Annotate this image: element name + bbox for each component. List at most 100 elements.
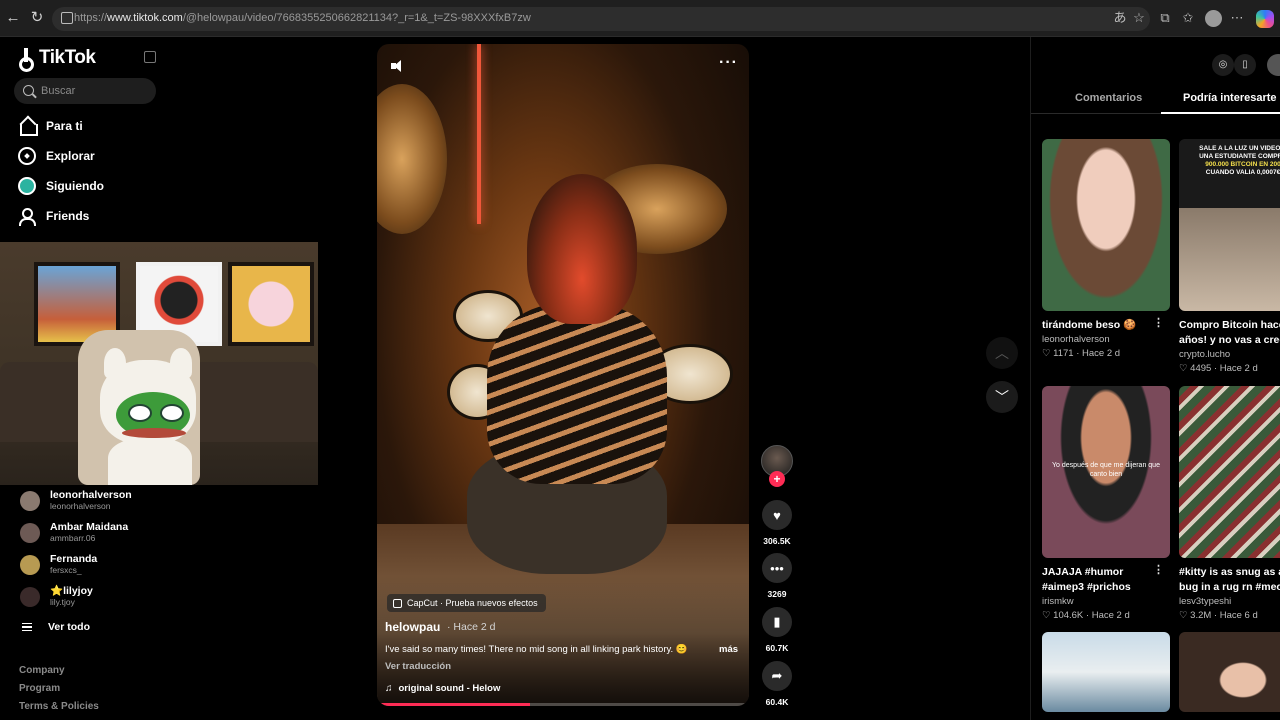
card-author[interactable]: lesv3typeshi xyxy=(1179,596,1280,607)
device-icon[interactable]: ▯ xyxy=(1234,54,1256,76)
sidebar-item-friends[interactable]: Friends xyxy=(18,207,90,226)
search-box[interactable] xyxy=(14,78,156,104)
see-all-button[interactable]: Ver todo xyxy=(22,621,90,633)
account-name: ⭐lilyjoy xyxy=(50,585,93,597)
card-author[interactable]: crypto.lucho xyxy=(1179,349,1280,360)
translate-button[interactable]: Ver traducción xyxy=(385,661,451,672)
tab-podria-interesarte[interactable]: Podría interesarte xyxy=(1183,92,1277,104)
extensions-icon[interactable]: ⧉ xyxy=(1157,10,1173,26)
video-thumbnail[interactable]: SALE A LA LUZ UN VIDEO D UNA ESTUDIANTE … xyxy=(1179,139,1280,311)
sidebar-item-label: Explorar xyxy=(46,149,95,163)
account-handle: lily.tjoy xyxy=(50,597,75,607)
card-meta: ♡ 3.2M · Hace 6 d xyxy=(1179,610,1258,621)
following-account[interactable]: leonorhalverson leonorhalverson xyxy=(20,489,132,512)
share-button[interactable]: ➦ 60.4K xyxy=(760,661,794,707)
sound-link[interactable]: ♫ original sound - Helow xyxy=(385,683,500,694)
profile-avatar[interactable] xyxy=(1267,54,1280,76)
translate-icon[interactable]: あ xyxy=(1112,10,1128,26)
favorites-icon[interactable]: ✩ xyxy=(1180,10,1196,26)
video-figure xyxy=(487,304,667,484)
recommended-video-card[interactable]: Yo después de que me dijeran que canto b… xyxy=(1042,386,1170,621)
card-author[interactable]: leonorhalverson xyxy=(1042,334,1170,345)
address-bar[interactable]: https://www.tiktok.com/@helowpau/video/7… xyxy=(52,7,1150,31)
footer-link-program[interactable]: Program xyxy=(19,683,60,694)
video-progress-bar[interactable] xyxy=(377,703,749,706)
video-progress-fill xyxy=(377,703,530,706)
capcut-effect-badge[interactable]: CapCut · Prueba nuevos efectos xyxy=(387,594,546,612)
comment-count: 3269 xyxy=(767,589,787,599)
browser-toolbar: ← ↻ https://www.tiktok.com/@helowpau/vid… xyxy=(0,0,1280,37)
follow-plus-icon[interactable]: + xyxy=(769,471,785,487)
following-account[interactable]: Ambar Maidana ammbarr.06 xyxy=(20,521,128,544)
sidebar-item-explorar[interactable]: Explorar xyxy=(18,147,95,165)
video-thumbnail[interactable] xyxy=(1179,632,1280,712)
description-more-button[interactable]: más xyxy=(719,644,738,655)
next-video-button[interactable]: ﹀ xyxy=(986,381,1018,413)
video-cymbal xyxy=(377,84,447,234)
recommended-video-card[interactable]: SALE A LA LUZ UN VIDEO D UNA ESTUDIANTE … xyxy=(1179,139,1280,374)
account-name: leonorhalverson xyxy=(50,489,132,501)
card-title: tirándome beso 🍪 xyxy=(1042,319,1137,331)
webcam-overlay xyxy=(0,242,318,485)
sidebar-item-siguiendo[interactable]: Siguiendo xyxy=(18,177,104,195)
video-thumbnail[interactable] xyxy=(1042,632,1170,712)
collapse-sidebar-icon[interactable] xyxy=(144,51,156,63)
card-title: años! y no vas a cree xyxy=(1179,334,1280,346)
wall-picture xyxy=(228,262,314,346)
avatar xyxy=(20,491,40,511)
card-more-icon[interactable]: ⋮ xyxy=(1153,563,1164,576)
back-icon[interactable]: ← xyxy=(4,9,22,27)
more-menu-icon[interactable]: ⋯ xyxy=(1229,10,1245,26)
card-more-icon[interactable]: ⋮ xyxy=(1153,316,1164,329)
video-light xyxy=(477,44,481,224)
video-figure xyxy=(527,174,637,324)
thumbnail-caption: Yo después de que me dijeran que canto b… xyxy=(1052,462,1160,478)
video-thumbnail[interactable] xyxy=(1042,139,1170,311)
save-count: 60.7K xyxy=(765,643,789,653)
sidebar-item-para-ti[interactable]: Para ti xyxy=(18,117,83,136)
account-handle: leonorhalverson xyxy=(50,501,111,511)
recommended-video-card[interactable]: tirándome beso 🍪 leonorhalverson ♡ 1171 … xyxy=(1042,139,1170,359)
reload-icon[interactable]: ↻ xyxy=(28,9,46,27)
share-icon: ➦ xyxy=(762,661,792,691)
star-icon[interactable]: ☆ xyxy=(1131,10,1147,26)
volume-icon[interactable] xyxy=(391,58,407,74)
previous-video-button[interactable]: ︿ xyxy=(986,337,1018,369)
save-button[interactable]: ▮ 60.7K xyxy=(760,607,794,653)
recommended-video-card[interactable] xyxy=(1042,632,1170,712)
site-info-icon[interactable] xyxy=(61,12,73,24)
share-count: 60.4K xyxy=(765,697,789,707)
following-account[interactable]: ⭐lilyjoy lily.tjoy xyxy=(20,585,93,608)
video-author[interactable]: helowpau xyxy=(385,620,440,634)
logo-text: TikTok xyxy=(39,47,96,68)
more-options-icon[interactable]: ··· xyxy=(719,54,738,72)
footer-link-company[interactable]: Company xyxy=(19,665,65,676)
recommended-video-card[interactable]: #kitty is as snug as a bug in a rug rn #… xyxy=(1179,386,1280,621)
following-account[interactable]: Fernanda fersxcs_ xyxy=(20,553,97,576)
sidebar-item-label: Para ti xyxy=(46,119,83,133)
compass-icon[interactable]: ◎ xyxy=(1212,54,1234,76)
thumbnail-text: SALE A LA LUZ UN VIDEO D UNA ESTUDIANTE … xyxy=(1199,145,1280,176)
pepe-eye xyxy=(160,404,184,422)
effect-label: CapCut · Prueba nuevos efectos xyxy=(407,598,538,608)
footer-link-terms[interactable]: Terms & Policies xyxy=(19,701,99,712)
video-player[interactable]: ··· CapCut · Prueba nuevos efectos helow… xyxy=(377,44,749,706)
sidebar-item-label: Friends xyxy=(46,209,90,223)
url-text: https://www.tiktok.com/@helowpau/video/7… xyxy=(74,12,531,24)
pepe-lip xyxy=(122,428,186,438)
comment-button[interactable]: ••• 3269 xyxy=(760,553,794,599)
card-author[interactable]: irismkw xyxy=(1042,596,1170,607)
search-input[interactable] xyxy=(41,78,151,104)
tiktok-logo[interactable]: TikTok xyxy=(19,47,96,72)
tab-comentarios[interactable]: Comentarios xyxy=(1075,92,1142,104)
heart-icon: ♥ xyxy=(762,500,792,530)
chevron-up-icon: ︿ xyxy=(995,345,1009,361)
profile-avatar[interactable] xyxy=(1205,10,1222,27)
video-thumbnail[interactable] xyxy=(1179,386,1280,558)
copilot-icon[interactable] xyxy=(1256,10,1274,28)
active-tab-indicator xyxy=(1161,112,1280,114)
like-button[interactable]: ♥ 306.5K xyxy=(760,500,794,546)
video-thumbnail[interactable]: Yo después de que me dijeran que canto b… xyxy=(1042,386,1170,558)
card-title: #aimep3 #prichos xyxy=(1042,581,1131,593)
recommended-video-card[interactable] xyxy=(1179,632,1280,712)
